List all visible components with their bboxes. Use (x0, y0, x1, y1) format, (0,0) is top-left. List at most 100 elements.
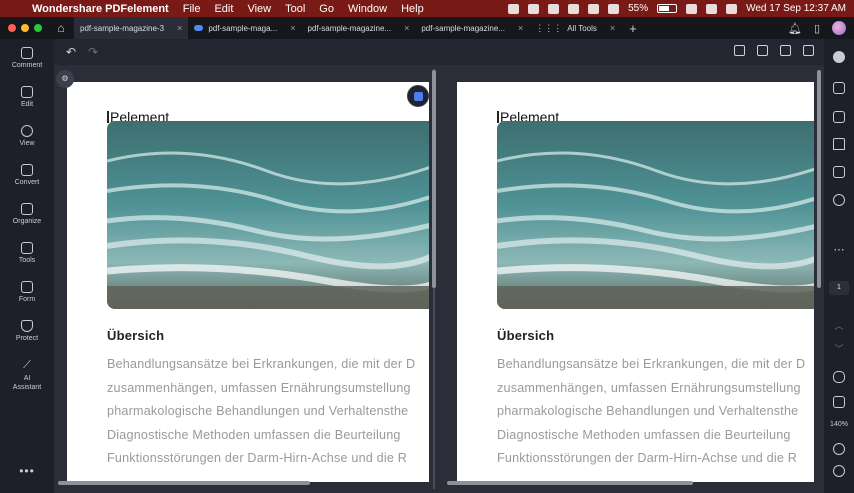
close-tab-icon[interactable]: × (610, 23, 615, 33)
device-icon[interactable]: ▯ (814, 22, 820, 35)
sidebar-item-edit[interactable]: Edit (0, 86, 54, 108)
undo-icon[interactable]: ↶ (66, 45, 76, 59)
organize-icon (21, 203, 33, 215)
tab-label: pdf-sample-maga... (208, 23, 278, 33)
chevron-up-icon[interactable]: ︿ (824, 319, 854, 332)
page-number-indicator[interactable]: 1 (829, 281, 849, 295)
avatar[interactable] (832, 21, 846, 35)
sidebar-item-tools[interactable]: Tools (0, 242, 54, 264)
status-icon[interactable] (548, 3, 560, 14)
paragraph-line: pharmakologische Behandlungen und Verhal… (107, 404, 409, 418)
status-icon[interactable] (528, 3, 540, 14)
minimize-window-button[interactable] (21, 24, 29, 32)
right-sidebar: ⋯ 1 ︿ ﹀ 140% (824, 39, 854, 493)
sidebar-item-organize[interactable]: Organize (0, 203, 54, 225)
right-vertical-scrollbar[interactable] (817, 70, 821, 288)
ai-chat-icon[interactable] (833, 51, 845, 63)
save-icon[interactable] (734, 45, 745, 56)
sidebar-item-ai-assistant[interactable]: ⟋ AI Assistant (0, 359, 54, 392)
comment-icon (21, 47, 33, 59)
paragraph-line: Behandlungsansätze bei Erkrankungen, die… (107, 357, 416, 371)
ai-assistant-floating-icon[interactable] (407, 85, 429, 107)
tab-label: pdf-sample-magazine-3 (80, 23, 165, 33)
ocean-wave-image (497, 121, 814, 309)
battery-percent: 55% (628, 3, 649, 14)
input-source-icon[interactable] (608, 3, 620, 14)
sidebar-item-convert[interactable]: Convert (0, 164, 54, 186)
tab-document-3[interactable]: pdf-sample-magazine... × (302, 17, 416, 39)
app-name-menu[interactable]: Wondershare PDFelement (32, 3, 169, 15)
text-cursor (497, 111, 499, 123)
sidebar-item-label: AI Assistant (12, 375, 42, 391)
sidebar-item-comment[interactable]: Comment (0, 47, 54, 69)
status-icon[interactable] (568, 3, 580, 14)
status-icon[interactable] (508, 3, 520, 14)
zoom-in-icon[interactable] (833, 443, 845, 455)
zoom-window-button[interactable] (34, 24, 42, 32)
close-tab-icon[interactable]: × (404, 23, 409, 33)
new-tab-icon[interactable]: + (629, 21, 637, 36)
sidebar-item-label: Tools (18, 257, 36, 264)
cloud-icon (194, 25, 204, 31)
tab-document-4[interactable]: pdf-sample-magazine... × (415, 17, 529, 39)
close-tab-icon[interactable]: × (177, 23, 182, 33)
redo-icon[interactable]: ↷ (88, 45, 98, 59)
fit-page-icon[interactable] (833, 396, 845, 408)
tab-document-1[interactable]: pdf-sample-magazine-3 × (74, 17, 189, 39)
zoom-level[interactable]: 140% (824, 421, 854, 428)
sidebar-item-form[interactable]: Form (0, 281, 54, 303)
left-vertical-scrollbar[interactable] (432, 70, 436, 288)
menu-tool[interactable]: Tool (285, 3, 305, 15)
close-tab-icon[interactable]: × (290, 23, 295, 33)
document-view: Pelement Übersich Behandlungsansätze bei… (54, 65, 824, 493)
tab-label: All Tools (567, 23, 597, 33)
clock[interactable]: Wed 17 Sep 12:37 AM (746, 3, 846, 14)
control-center-icon[interactable] (706, 3, 718, 14)
zoom-out-icon[interactable] (833, 465, 845, 477)
more-icon[interactable]: ••• (0, 464, 54, 478)
notification-icon[interactable]: 🔔︎ (788, 22, 802, 35)
paragraph-line: zusammenhängen, umfassen Ernährungsumste… (107, 380, 411, 395)
more-icon[interactable]: ⋯ (824, 243, 854, 256)
sidebar-item-label: View (19, 140, 35, 147)
share-icon[interactable] (780, 45, 791, 56)
sidebar-item-label: Protect (15, 335, 39, 342)
hand-tool-icon[interactable] (833, 371, 845, 383)
attachment-icon[interactable] (833, 194, 845, 206)
comment-icon[interactable] (833, 111, 845, 123)
form-fields-icon[interactable] (833, 166, 845, 178)
bluetooth-icon[interactable] (588, 3, 600, 14)
bookmark-icon[interactable] (833, 138, 845, 150)
tab-all-tools[interactable]: ⋮⋮⋮ All Tools × (529, 17, 621, 39)
close-window-button[interactable] (8, 24, 16, 32)
chevron-down-icon[interactable]: ﹀ (824, 342, 854, 355)
close-tab-icon[interactable]: × (518, 23, 523, 33)
tab-label: pdf-sample-magazine... (307, 23, 392, 33)
thumbnails-icon[interactable] (833, 82, 845, 94)
menu-bar: Wondershare PDFelement File Edit View To… (0, 0, 854, 17)
wifi-icon[interactable] (686, 3, 698, 14)
view-settings-icon[interactable]: ⚙︎ (56, 70, 74, 88)
menu-window[interactable]: Window (348, 3, 387, 15)
ocean-wave-image (107, 121, 429, 309)
home-icon[interactable]: ⌂ (54, 21, 68, 35)
sidebar-item-label: Convert (14, 179, 40, 186)
sidebar-item-label: Edit (20, 101, 34, 108)
right-horizontal-scrollbar[interactable] (447, 481, 693, 485)
sidebar-item-protect[interactable]: Protect (0, 320, 54, 342)
siri-icon[interactable] (726, 3, 738, 14)
cloud-upload-icon[interactable] (803, 45, 814, 56)
battery-icon[interactable] (657, 4, 678, 13)
menu-edit[interactable]: Edit (214, 3, 233, 15)
menu-view[interactable]: View (247, 3, 271, 15)
sidebar-item-view[interactable]: View (0, 125, 54, 147)
tab-document-2[interactable]: pdf-sample-maga... × (188, 17, 301, 39)
menu-file[interactable]: File (183, 3, 201, 15)
print-icon[interactable] (757, 45, 768, 56)
menu-go[interactable]: Go (319, 3, 334, 15)
sidebar-item-label: Comment (11, 62, 43, 69)
form-icon (21, 281, 33, 293)
left-horizontal-scrollbar[interactable] (58, 481, 310, 485)
body-paragraph: Behandlungsansätze bei Erkrankungen, die… (497, 353, 814, 471)
menu-help[interactable]: Help (401, 3, 424, 15)
